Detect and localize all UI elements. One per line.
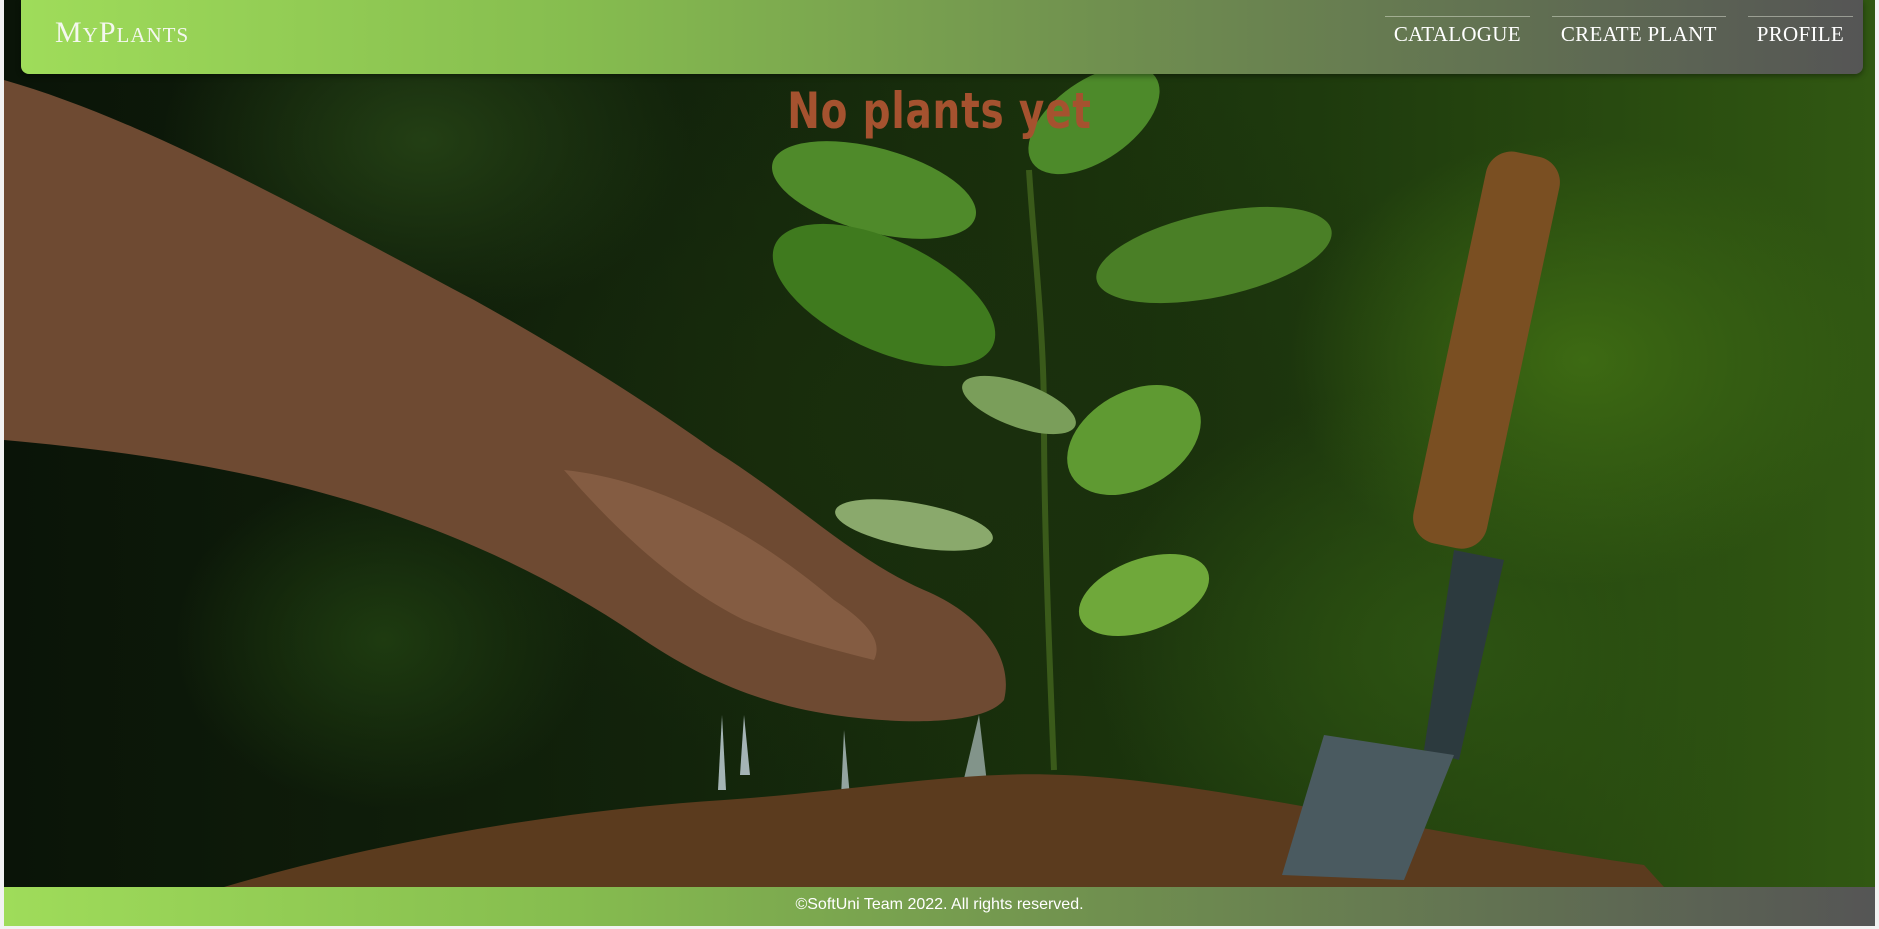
soil-mound — [224, 774, 1664, 887]
logo-link[interactable]: MyPlants — [55, 16, 189, 50]
top-navigation-bar: MyPlants CATALOGUE CREATE PLANT PROFILE — [21, 0, 1863, 74]
leaf — [835, 499, 993, 551]
plant-stem — [1026, 169, 1057, 771]
footer-copyright: ©SoftUni Team 2022. All rights reserved. — [795, 896, 1084, 913]
water-drop — [740, 715, 750, 775]
main-nav: CATALOGUE CREATE PLANT PROFILE — [1384, 16, 1853, 47]
footer: ©SoftUni Team 2022. All rights reserved. — [4, 887, 1875, 926]
nav-link-catalogue[interactable]: CATALOGUE — [1384, 16, 1530, 47]
page: MyPlants CATALOGUE CREATE PLANT PROFILE … — [4, 0, 1875, 926]
leaf — [1096, 206, 1332, 304]
nav-link-create-plant[interactable]: CREATE PLANT — [1551, 16, 1726, 47]
trowel-shaft — [1424, 550, 1504, 760]
water-drop — [718, 715, 726, 790]
trowel-handle — [1413, 151, 1560, 549]
leaf — [962, 375, 1076, 435]
nav-link-profile[interactable]: PROFILE — [1747, 16, 1853, 47]
leaf — [1067, 385, 1201, 495]
leaf — [1078, 553, 1210, 637]
empty-catalogue-message: No plants yet — [787, 82, 1092, 140]
